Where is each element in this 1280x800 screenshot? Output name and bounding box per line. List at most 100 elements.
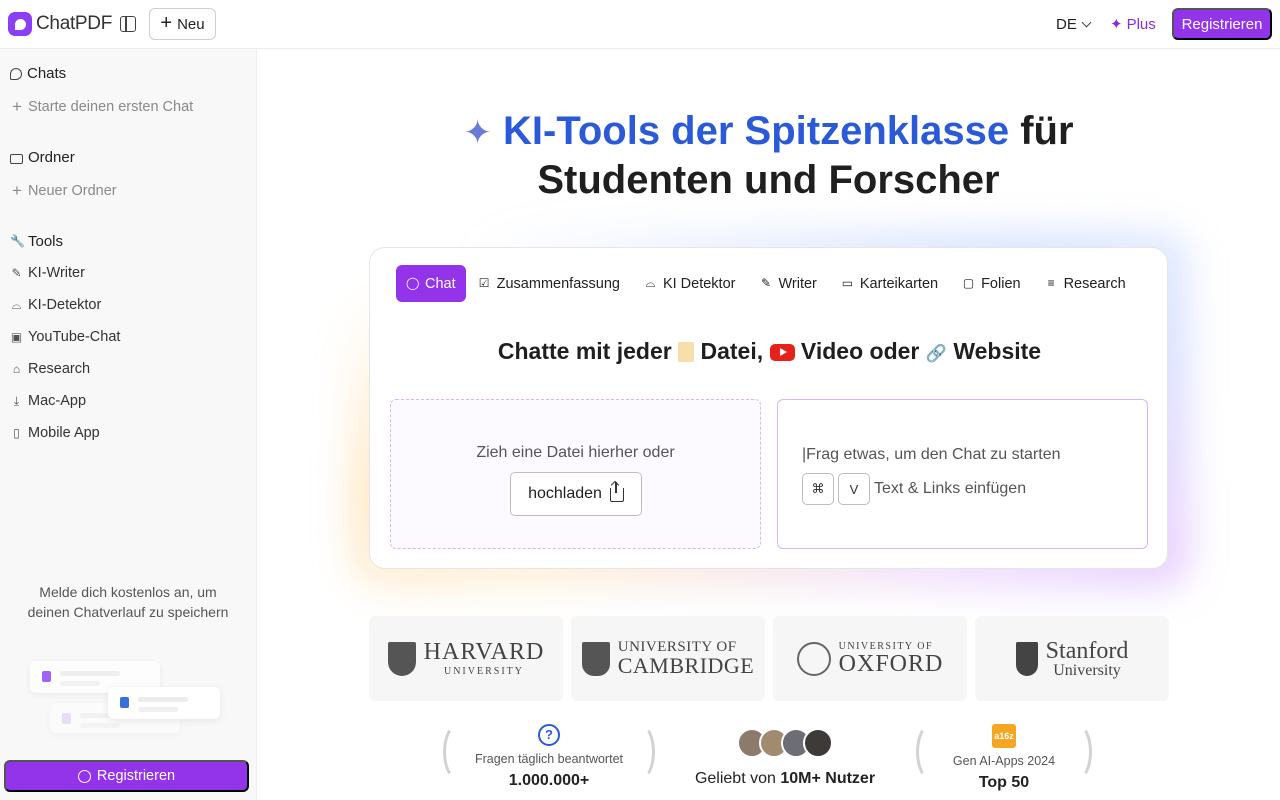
- tab-writer[interactable]: ✎ Writer: [747, 265, 828, 302]
- register-label: Registrieren: [96, 768, 176, 784]
- v-key: V: [838, 473, 870, 505]
- tab-chat[interactable]: ◯ Chat: [396, 265, 466, 302]
- register-button-sidebar[interactable]: Registrieren: [4, 760, 249, 792]
- document-icon: [120, 697, 129, 708]
- sidebar-folders-label: Ordner: [28, 149, 75, 166]
- sidebar-chats-label: Chats: [27, 65, 67, 82]
- tab-folien[interactable]: ▢ Folien: [950, 265, 1033, 302]
- paste-hint: Text & Links einfügen: [874, 480, 1027, 497]
- pencil-icon: ✎: [760, 276, 772, 290]
- stat-value: 1.000.000+: [508, 772, 590, 789]
- new-chat-label: Neu: [177, 15, 205, 33]
- panel-heading-part: Datei,: [700, 338, 764, 364]
- language-label: DE: [1056, 16, 1077, 33]
- upload-button[interactable]: hochladen: [510, 472, 642, 516]
- top-bar: ChatPDF + Neu DE ✦ Plus Registrieren: [0, 0, 1280, 49]
- new-chat-button[interactable]: + Neu: [149, 8, 216, 40]
- sidebar-tools-label: Tools: [28, 233, 64, 250]
- chat-input-placeholder[interactable]: |Frag etwas, um den Chat zu starten: [802, 446, 1061, 464]
- card-icon: ▭: [841, 276, 854, 290]
- tab-label: KI Detektor: [662, 275, 736, 292]
- stat-questions: ? Fragen täglich beantwortet 1.000.000+: [443, 724, 655, 790]
- video-icon: ▣: [10, 329, 23, 344]
- plus-icon: +: [160, 12, 173, 34]
- panel-heading-part: Website: [953, 338, 1042, 364]
- sidebar-item-ki-detektor[interactable]: ⌓ KI-Detektor: [10, 297, 102, 313]
- new-folder-label: Neuer Ordner: [27, 183, 117, 199]
- hero-rest: für: [1020, 109, 1074, 153]
- plus-upgrade-link[interactable]: ✦ Plus: [1110, 15, 1156, 34]
- sidebar-item-label: KI-Writer: [28, 265, 85, 281]
- tab-ki-detektor[interactable]: ⌓ KI Detektor: [632, 265, 748, 302]
- oxford-sub: UNIVERSITY OF: [838, 640, 934, 652]
- tab-label: Karteikarten: [859, 275, 939, 292]
- stat-label: Fragen täglich beantwortet: [474, 752, 623, 766]
- start-first-chat-label: Starte deinen ersten Chat: [27, 99, 194, 115]
- stanford-sub: University: [1053, 661, 1121, 679]
- laurel-left-icon: [916, 724, 944, 780]
- tab-label: Writer: [778, 275, 817, 292]
- sidebar-item-ki-writer[interactable]: ✎ KI-Writer: [10, 265, 85, 281]
- sparkle-icon: ✦: [463, 114, 492, 152]
- sidebar: Chats + Starte deinen ersten Chat Ordner…: [0, 49, 257, 800]
- sidebar-chats-heading[interactable]: Chats: [10, 65, 66, 82]
- laurel-right-icon: [1064, 724, 1092, 780]
- youtube-icon: [769, 344, 795, 361]
- search-list-icon: ≡: [1047, 276, 1055, 290]
- chat-history-illustration: [30, 661, 230, 741]
- stat-value: Top 50: [978, 774, 1030, 791]
- sidebar-item-mobile-app[interactable]: ▯ Mobile App: [10, 425, 100, 441]
- sidebar-toggle-icon[interactable]: [120, 16, 136, 32]
- register-button-top[interactable]: Registrieren: [1172, 8, 1272, 40]
- cambridge-logo: UNIVERSITY OF CAMBRIDGE: [571, 616, 765, 701]
- stat-genai-apps: a16z Gen AI-Apps 2024 Top 50: [916, 724, 1092, 792]
- chat-input-box[interactable]: |Frag etwas, um den Chat zu starten ⌘ V …: [777, 399, 1148, 549]
- file-icon: [678, 342, 695, 362]
- tab-label: Zusammenfassung: [496, 275, 620, 292]
- new-folder-button[interactable]: + Neuer Ordner: [12, 181, 117, 201]
- sidebar-folders-heading[interactable]: Ordner: [10, 149, 75, 166]
- chevron-down-icon: [1081, 17, 1092, 28]
- a16z-badge-icon: a16z: [992, 724, 1016, 748]
- oxford-seal-icon: [796, 641, 831, 676]
- sidebar-item-youtube-chat[interactable]: ▣ YouTube-Chat: [10, 329, 121, 345]
- laurel-left-icon: [443, 724, 471, 780]
- sidebar-item-mac-app[interactable]: ⤓ Mac-App: [10, 393, 86, 409]
- oxford-name: OXFORD: [838, 650, 944, 677]
- signup-promo-text: Melde dich kostenlos an, um deinen Chatv…: [27, 584, 229, 620]
- sidebar-item-research[interactable]: ⌂ Research: [10, 361, 90, 377]
- detective-icon: ⌓: [645, 276, 656, 290]
- harvard-name: HARVARD: [423, 639, 545, 665]
- pencil-icon: ✎: [11, 265, 22, 280]
- checklist-icon: ☑: [478, 276, 490, 290]
- laurel-right-icon: [627, 724, 655, 780]
- tab-zusammenfassung[interactable]: ☑ Zusammenfassung: [466, 265, 632, 302]
- oxford-logo: UNIVERSITY OF OXFORD: [773, 616, 967, 701]
- tab-karteikarten[interactable]: ▭ Karteikarten: [829, 265, 950, 302]
- tab-research[interactable]: ≡ Research: [1033, 265, 1138, 302]
- tab-label: Folien: [981, 275, 1021, 292]
- panel-heading: Chatte mit jeder Datei, Video oder 🔗 Web…: [370, 338, 1169, 365]
- user-avatars: [680, 728, 890, 758]
- wrench-icon: 🔧: [10, 234, 25, 248]
- chatpdf-logo[interactable]: ChatPDF: [8, 12, 112, 36]
- plus-label: Plus: [1126, 15, 1156, 33]
- loved-value: 10M+ Nutzer: [780, 770, 876, 787]
- tool-tabs: ◯ Chat ☑ Zusammenfassung ⌓ KI Detektor ✎…: [396, 265, 1138, 302]
- graduation-cap-icon: ⌂: [12, 361, 21, 376]
- drop-text: Zieh eine Datei hierher oder: [476, 444, 675, 461]
- question-icon: ?: [538, 724, 560, 746]
- sidebar-tools-heading: 🔧 Tools: [10, 233, 63, 250]
- start-first-chat-button[interactable]: + Starte deinen ersten Chat: [12, 97, 193, 117]
- stanford-s-icon: [1015, 641, 1038, 676]
- document-icon: [42, 671, 51, 682]
- language-selector[interactable]: DE: [1056, 16, 1092, 33]
- smartphone-icon: ▯: [13, 425, 20, 440]
- panel-heading-part: Video oder: [800, 338, 920, 364]
- download-icon: ⤓: [13, 393, 20, 408]
- chat-bubble-icon: ◯: [406, 276, 420, 290]
- upload-icon: [609, 482, 624, 502]
- file-drop-zone[interactable]: Zieh eine Datei hierher oder hochladen: [390, 399, 761, 549]
- sidebar-item-label: Mac-App: [28, 393, 87, 409]
- sidebar-item-label: Research: [28, 361, 91, 377]
